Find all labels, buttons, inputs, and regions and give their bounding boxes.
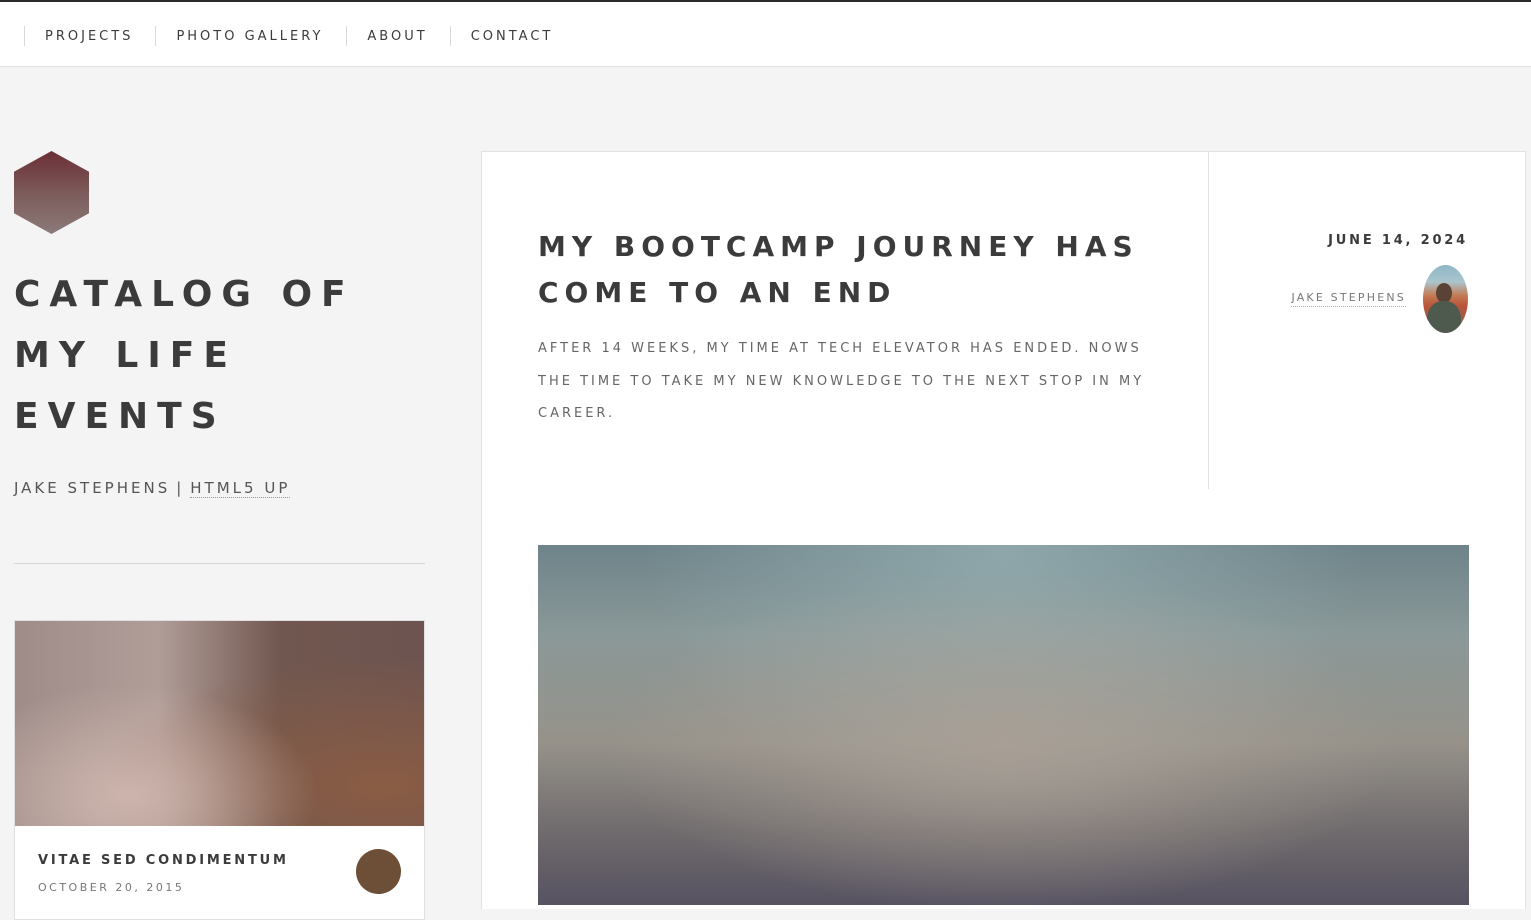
nav-item-projects[interactable]: PROJECTS <box>24 26 155 46</box>
site-title: CATALOG OF MY LIFE EVENTS <box>14 264 434 447</box>
nav-item-contact[interactable]: CONTACT <box>449 26 576 46</box>
byline-author: JAKE STEPHENS <box>14 479 171 497</box>
post-author-avatar[interactable] <box>1423 265 1468 333</box>
mini-post-image[interactable] <box>15 621 424 826</box>
site-header: PROJECTS PHOTO GALLERY ABOUT CONTACT <box>0 2 1531 67</box>
mini-post-author-avatar[interactable] <box>356 849 401 894</box>
mini-post-card: VITAE SED CONDIMENTUM OCTOBER 20, 2015 <box>14 620 425 920</box>
post-date: JUNE 14, 2024 <box>1328 233 1468 248</box>
html5up-link[interactable]: HTML5 UP <box>190 479 291 498</box>
avatar-head <box>1436 283 1452 303</box>
mini-post-date: OCTOBER 20, 2015 <box>38 881 185 894</box>
post-header: MY BOOTCAMP JOURNEY HAS COME TO AN END A… <box>481 151 1526 490</box>
site-byline: JAKE STEPHENS | HTML5 UP <box>14 479 291 498</box>
post-title-column: MY BOOTCAMP JOURNEY HAS COME TO AN END A… <box>482 152 1209 489</box>
site-title-line: EVENTS <box>14 396 226 437</box>
post-title-line: COME TO AN END <box>538 276 897 309</box>
post-featured-image[interactable] <box>538 545 1469 905</box>
site-title-line: MY LIFE <box>14 335 237 376</box>
nav-item-photo-gallery[interactable]: PHOTO GALLERY <box>155 26 346 46</box>
post-title-line: MY BOOTCAMP JOURNEY HAS <box>538 230 1139 263</box>
main-nav: PROJECTS PHOTO GALLERY ABOUT CONTACT <box>24 26 575 48</box>
hexagon-logo <box>14 151 89 234</box>
post-body <box>481 489 1526 909</box>
post-title[interactable]: MY BOOTCAMP JOURNEY HAS COME TO AN END <box>538 224 1178 316</box>
site-title-line: CATALOG OF <box>14 274 355 315</box>
byline-separator: | <box>176 479 185 497</box>
avatar-body <box>1427 301 1461 333</box>
post-author-name[interactable]: JAKE STEPHENS <box>1291 291 1406 307</box>
mini-post-title[interactable]: VITAE SED CONDIMENTUM <box>38 853 289 868</box>
post-excerpt: AFTER 14 WEEKS, MY TIME AT TECH ELEVATOR… <box>538 341 1145 421</box>
nav-item-about[interactable]: ABOUT <box>346 26 449 46</box>
sidebar-divider <box>14 563 425 564</box>
